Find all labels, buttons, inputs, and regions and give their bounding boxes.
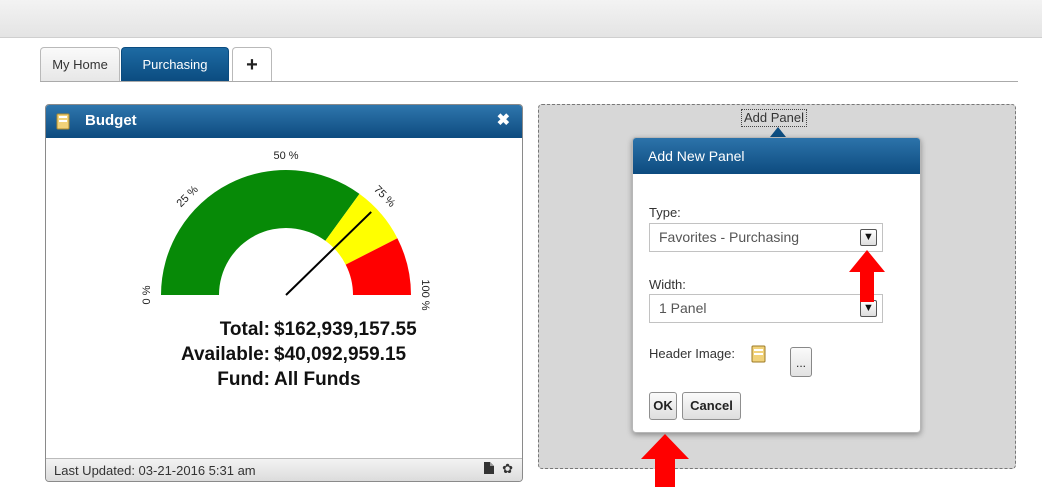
tab-divider: [40, 81, 1018, 82]
total-label: Total:: [219, 319, 270, 340]
available-label: Available:: [180, 344, 270, 365]
chevron-down-icon[interactable]: ▼: [860, 229, 877, 246]
top-toolbar: ): [0, 0, 1042, 38]
tab-my-home[interactable]: My Home: [40, 47, 120, 81]
budget-panel-header: Budget ✖: [46, 105, 522, 138]
gauge-tick-label: 0 %: [141, 285, 153, 304]
header-image-label: Header Image:: [649, 346, 735, 361]
gauge-tick-label: 100 %: [419, 279, 431, 310]
budget-panel-title: Budget: [85, 112, 137, 129]
dialog-title: Add New Panel: [633, 138, 920, 174]
gauge-tick-label: 50 %: [273, 150, 298, 162]
width-label: Width:: [649, 277, 686, 292]
type-select-value: Favorites - Purchasing: [659, 229, 800, 245]
budget-panel-footer: Last Updated: 03-21-2016 5:31 am ✿: [46, 458, 522, 481]
panel-header-image-icon: [56, 113, 70, 130]
gauge-tick-label: 75 %: [371, 184, 397, 210]
cancel-button[interactable]: Cancel: [682, 392, 741, 420]
gauge-tick-label: 25 %: [175, 183, 201, 209]
width-select-value: 1 Panel: [659, 300, 707, 316]
tab-purchasing[interactable]: Purchasing: [121, 47, 229, 81]
add-tab-button[interactable]: +: [232, 47, 272, 81]
fund-label: Fund:: [217, 369, 270, 390]
browse-image-button[interactable]: ...: [790, 347, 812, 377]
budget-panel: Budget ✖ 0 % 25 % 50 % 75 % 100 % Total: $16…: [45, 104, 523, 482]
gear-icon[interactable]: ✿: [502, 461, 513, 477]
file-icon[interactable]: [484, 462, 494, 474]
add-panel-link[interactable]: Add Panel: [741, 109, 807, 127]
budget-gauge: 0 % 25 % 50 % 75 % 100 %: [141, 150, 431, 311]
dialog-pointer: [770, 127, 786, 137]
fund-value: All Funds: [274, 369, 361, 390]
red-arrow-up-icon: [849, 250, 885, 302]
last-updated-text: Last Updated: 03-21-2016 5:31 am: [54, 463, 256, 478]
red-arrow-up-icon: [641, 434, 689, 487]
total-value: $162,939,157.55: [274, 319, 417, 340]
ok-button[interactable]: OK: [649, 392, 677, 420]
close-panel-icon[interactable]: ✖: [497, 110, 510, 130]
type-label: Type:: [649, 205, 681, 220]
available-value: $40,092,959.15: [274, 344, 407, 365]
header-image-preview-icon: [751, 345, 766, 363]
chevron-down-icon[interactable]: ▼: [860, 300, 877, 317]
type-select[interactable]: Favorites - Purchasing ▼: [649, 223, 883, 252]
